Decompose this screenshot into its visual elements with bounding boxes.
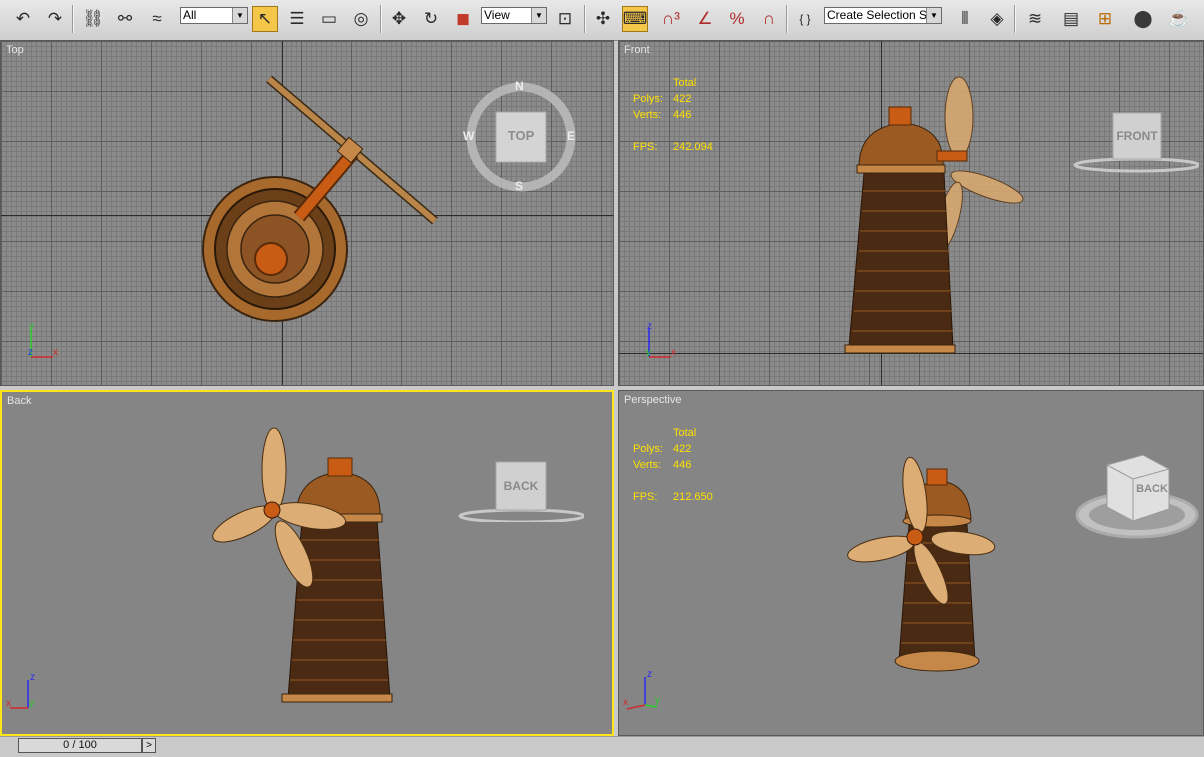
windmill-front-view	[844, 76, 1024, 354]
unlink-selection-icon[interactable]: ⚯	[112, 6, 138, 32]
selection-filter-dropdown[interactable]: All ▼	[180, 7, 248, 24]
select-and-manipulate-icon[interactable]: ✣	[590, 6, 616, 32]
axis-y-label: y	[655, 695, 660, 706]
axis-y-label: y	[646, 347, 651, 358]
compass-north-label: N	[515, 79, 524, 93]
named-selection-sets-value: Create Selection Set	[827, 8, 938, 22]
axis-z-label: z	[28, 347, 33, 358]
windmill-perspective-view	[847, 456, 996, 672]
spinner-snap-icon[interactable]: ∩	[756, 6, 782, 32]
next-frame-button[interactable]: >	[142, 738, 156, 753]
axis-x-label: x	[671, 347, 676, 358]
time-slider-bar: 0 / 100 >	[0, 736, 1204, 757]
chevron-down-icon: ▼	[926, 8, 941, 23]
compass-west-label: W	[463, 129, 475, 143]
viewcube-back[interactable]: BACK	[458, 460, 584, 522]
select-and-move-icon[interactable]: ✥	[386, 6, 412, 32]
chevron-down-icon: ▼	[232, 8, 247, 23]
viewport-top[interactable]: Top TOP N S E W y z x	[0, 40, 614, 386]
snaps-toggle-icon[interactable]: ∩³	[658, 6, 684, 32]
select-and-scale-icon[interactable]: ◼	[450, 6, 476, 32]
viewcube-face-label: TOP	[507, 128, 535, 143]
compass-south-label: S	[515, 179, 524, 193]
axis-z-label: z	[647, 669, 652, 680]
compass-east-label: E	[567, 129, 576, 143]
viewcube-front[interactable]: FRONT	[1073, 111, 1199, 173]
axis-y-label: y	[29, 321, 34, 332]
align-icon[interactable]: ◈	[984, 6, 1010, 32]
select-object-icon[interactable]: ↖	[252, 6, 278, 32]
rectangular-selection-region-icon[interactable]: ▭	[316, 6, 342, 32]
reference-coordinate-dropdown[interactable]: View ▼	[481, 7, 547, 24]
angle-snap-icon[interactable]: ∠	[692, 6, 718, 32]
chevron-down-icon: ▼	[531, 8, 546, 23]
percent-snap-icon[interactable]: %	[724, 6, 750, 32]
material-editor-icon[interactable]: ⬤	[1130, 6, 1156, 32]
axis-tripod: z y x	[641, 321, 681, 363]
axis-tripod: z y x	[6, 672, 46, 712]
redo-icon[interactable]: ↷	[42, 6, 68, 32]
axis-x-label: x	[53, 347, 58, 358]
keyboard-shortcut-override-icon[interactable]: ⌨	[622, 6, 648, 32]
axis-x-label: x	[623, 697, 628, 708]
select-and-link-icon[interactable]: ⛓	[80, 6, 106, 32]
viewcube-face-label: BACK	[1136, 483, 1168, 495]
use-pivot-center-icon[interactable]: ⊡	[552, 6, 578, 32]
windmill-back-view	[212, 427, 393, 703]
toolbar-separator	[786, 5, 788, 33]
viewcube-perspective[interactable]: BACK	[1073, 453, 1201, 543]
bind-space-warp-icon[interactable]: ≈	[144, 6, 170, 32]
named-selection-sets-dropdown[interactable]: Create Selection Set ▼	[824, 7, 942, 24]
axis-tripod: y z x	[23, 321, 63, 363]
render-setup-icon[interactable]: ☕	[1166, 6, 1192, 32]
axis-z-label: z	[647, 321, 652, 332]
selection-filter-value: All	[183, 8, 197, 22]
schematic-view-icon[interactable]: ⊞	[1092, 6, 1118, 32]
reference-coordinate-value: View	[484, 8, 510, 22]
viewport-perspective[interactable]: Perspective Total Polys: 422 Verts: 446 …	[618, 390, 1204, 736]
toolbar-separator	[380, 5, 382, 33]
curve-editor-icon[interactable]: ▤	[1058, 6, 1084, 32]
axis-y-label: y	[29, 698, 34, 709]
viewport-back[interactable]: Back BACK z y x	[0, 390, 614, 736]
window-crossing-icon[interactable]: ◎	[348, 6, 374, 32]
select-and-rotate-icon[interactable]: ↻	[418, 6, 444, 32]
toolbar-separator	[72, 5, 74, 33]
select-by-name-icon[interactable]: ☰	[284, 6, 310, 32]
mirror-icon[interactable]: ⫴	[952, 6, 978, 32]
viewport-front[interactable]: Front Total Polys: 422 Verts: 446 FPS: 2…	[618, 40, 1204, 386]
viewcube-top[interactable]: TOP N S E W	[463, 79, 579, 193]
layer-manager-icon[interactable]: ≋	[1022, 6, 1048, 32]
edit-named-selection-icon[interactable]: { }	[792, 6, 818, 32]
viewcube-face-label: FRONT	[1116, 129, 1158, 143]
undo-icon[interactable]: ↶	[10, 6, 36, 32]
axis-tripod: z y x	[623, 669, 663, 711]
main-toolbar: ↶ ↷ ⛓ ⚯ ≈ All ▼ ↖ ☰ ▭ ◎ ✥ ↻ ◼ View ▼ ⊡ ✣…	[0, 0, 1204, 41]
toolbar-separator	[1014, 5, 1016, 33]
toolbar-separator	[584, 5, 586, 33]
axis-z-label: z	[30, 672, 35, 683]
viewcube-face-label: BACK	[503, 479, 539, 493]
time-slider[interactable]: 0 / 100	[18, 738, 142, 753]
axis-x-label: x	[6, 698, 11, 709]
